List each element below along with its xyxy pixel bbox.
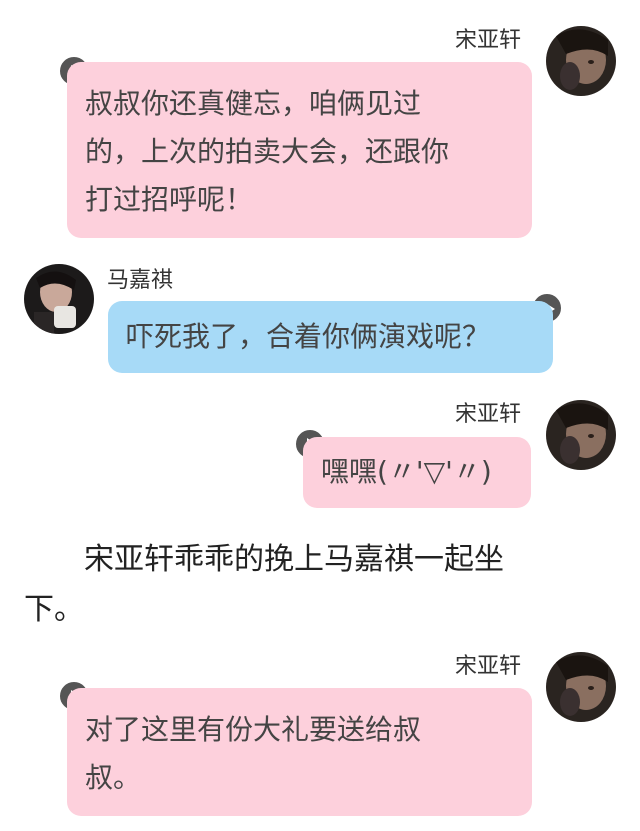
sender-name: 马嘉祺	[107, 268, 174, 293]
avatar[interactable]	[546, 26, 616, 96]
message-bubble[interactable]: 叔叔你还真健忘，咱俩见过 的，上次的拍卖大会，还跟你 打过招呼呢！	[67, 62, 532, 238]
avatar-photo-icon	[546, 652, 616, 722]
message-line: 吓死我了，合着你俩演戏呢？	[126, 320, 491, 353]
message-line: 的，上次的拍卖大会，还跟你	[85, 135, 450, 168]
sender-name: 宋亚轩	[455, 28, 522, 53]
avatar-photo-icon	[24, 264, 94, 334]
message-line: 打过招呼呢！	[85, 183, 254, 216]
message-line: 对了这里有份大礼要送给叔	[85, 713, 422, 746]
message-line: 嘿嘿(〃'▽'〃)	[321, 455, 492, 488]
message-bubble[interactable]: 对了这里有份大礼要送给叔 叔。	[67, 688, 532, 816]
narration-line: 宋亚轩乖乖的挽上马嘉祺一起坐	[24, 542, 504, 577]
message-line: 叔叔你还真健忘，咱俩见过	[85, 87, 422, 120]
avatar-photo-icon	[546, 400, 616, 470]
message-bubble[interactable]: 嘿嘿(〃'▽'〃)	[303, 437, 531, 508]
avatar[interactable]	[24, 264, 94, 334]
message-line: 叔。	[85, 761, 142, 794]
narration-line: 下。	[24, 592, 84, 627]
sender-name: 宋亚轩	[455, 402, 522, 427]
sender-name: 宋亚轩	[455, 654, 522, 679]
message-bubble[interactable]: 吓死我了，合着你俩演戏呢？	[108, 301, 553, 373]
avatar[interactable]	[546, 400, 616, 470]
avatar-photo-icon	[546, 26, 616, 96]
avatar[interactable]	[546, 652, 616, 722]
narration-text: 宋亚轩乖乖的挽上马嘉祺一起坐 下。	[24, 535, 584, 635]
